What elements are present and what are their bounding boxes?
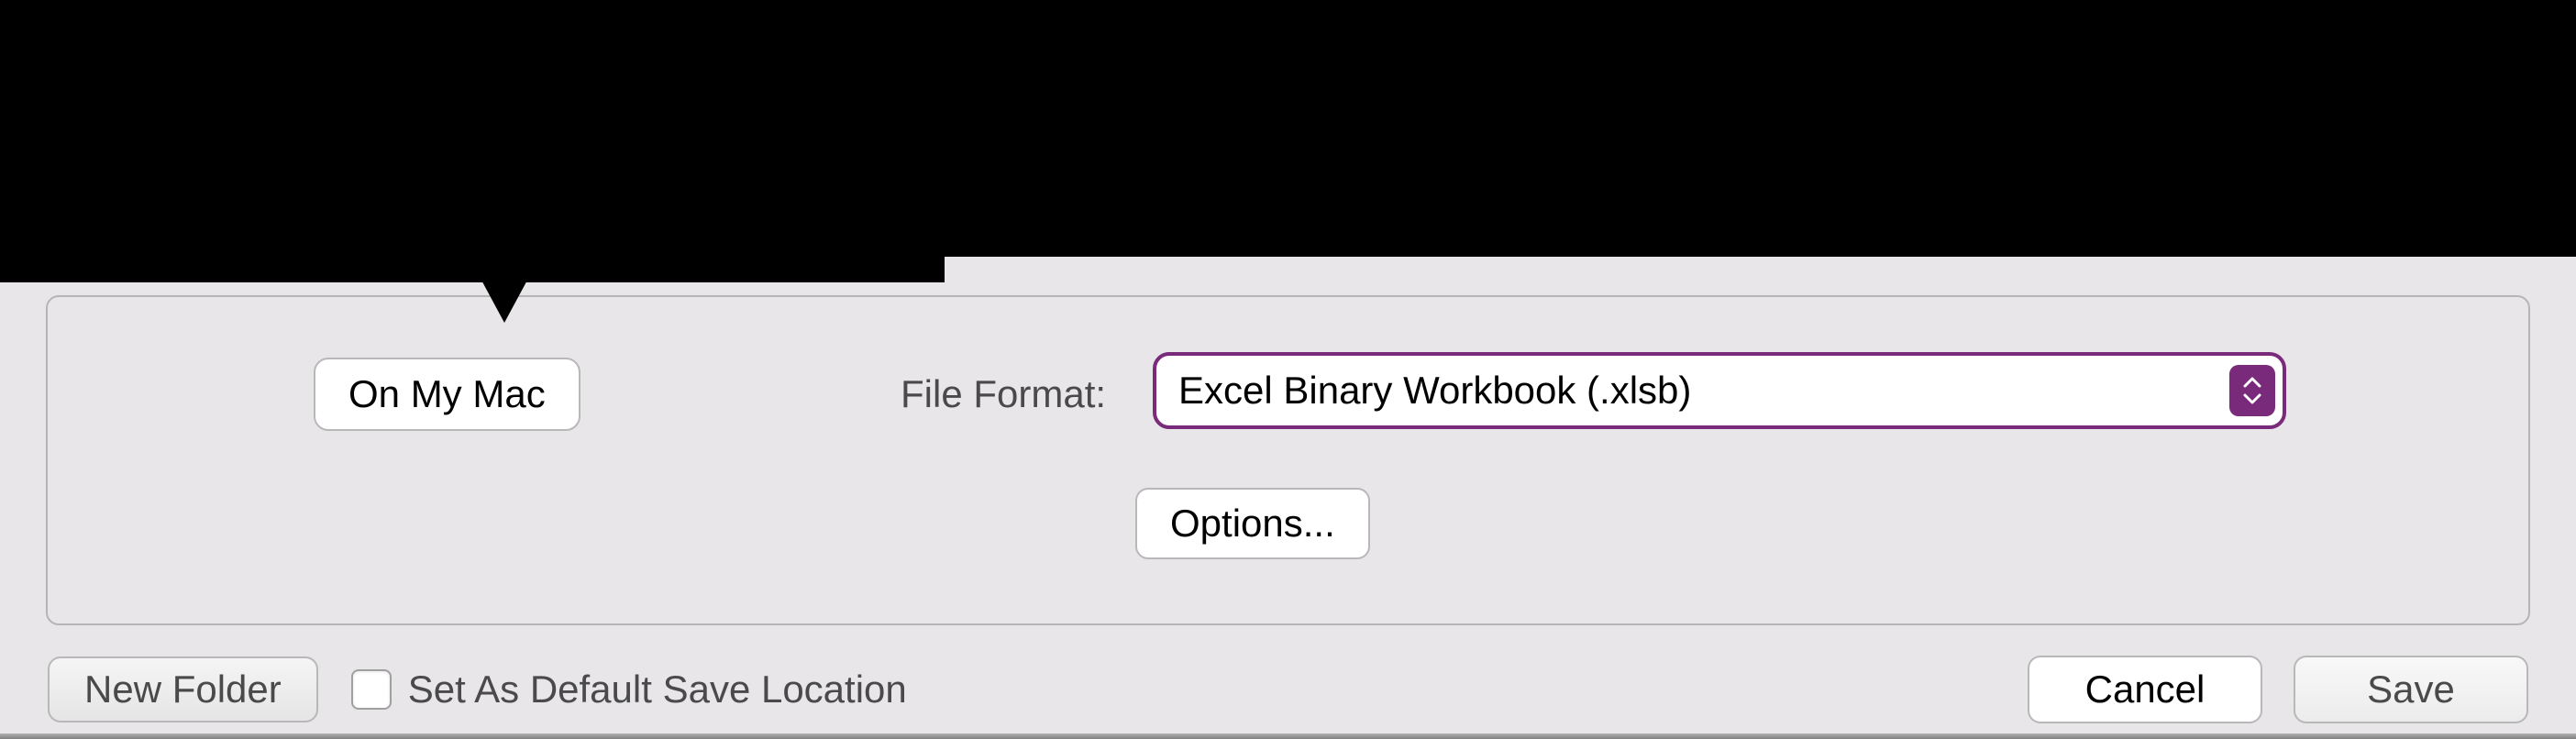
file-format-label: File Format:	[901, 372, 1106, 416]
on-my-mac-label: On My Mac	[348, 372, 546, 416]
arrow-pointer-icon	[440, 204, 569, 323]
checkbox-box-icon	[351, 669, 392, 710]
dialog-bottom-edge	[0, 733, 2576, 739]
dialog-main-panel: On My Mac File Format: Excel Binary Work…	[46, 295, 2530, 625]
default-save-location-checkbox[interactable]: Set As Default Save Location	[351, 667, 907, 711]
save-label: Save	[2367, 667, 2455, 711]
options-label: Options...	[1170, 502, 1335, 546]
new-folder-button[interactable]: New Folder	[48, 656, 318, 722]
cancel-button[interactable]: Cancel	[2028, 656, 2262, 723]
cancel-label: Cancel	[2085, 667, 2206, 711]
file-format-value: Excel Binary Workbook (.xlsb)	[1178, 369, 2261, 413]
new-folder-label: New Folder	[84, 667, 282, 711]
up-down-chevron-icon	[2229, 365, 2275, 416]
options-button[interactable]: Options...	[1135, 488, 1370, 559]
default-save-location-label: Set As Default Save Location	[408, 667, 907, 711]
save-button[interactable]: Save	[2294, 656, 2528, 723]
dialog-bottom-bar: New Folder Set As Default Save Location …	[0, 644, 2576, 735]
save-dialog: On My Mac File Format: Excel Binary Work…	[0, 257, 2576, 739]
file-format-select[interactable]: Excel Binary Workbook (.xlsb)	[1153, 352, 2286, 429]
on-my-mac-button[interactable]: On My Mac	[314, 358, 580, 431]
